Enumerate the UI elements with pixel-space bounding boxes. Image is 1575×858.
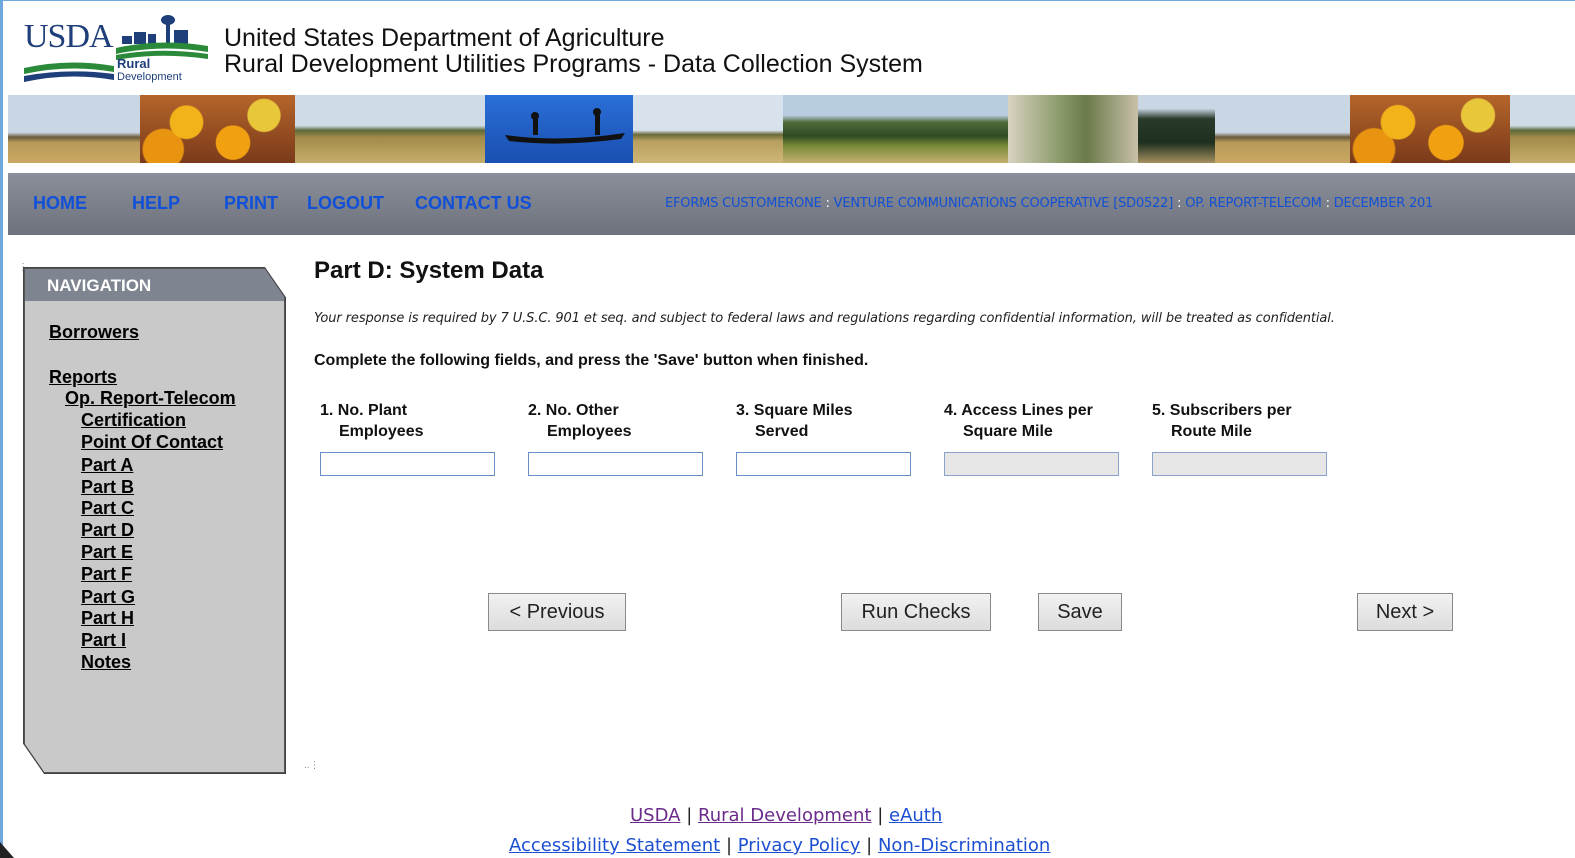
banner-plains-image [633,95,783,163]
nav-part-c-link[interactable]: Part C [81,498,134,519]
footer-separator: | [686,805,693,826]
nav-reports-link[interactable]: Reports [49,367,117,388]
field-label-line: 1. No. Plant [320,402,408,419]
footer-privacy-link[interactable]: Privacy Policy [738,835,861,856]
confidentiality-notice: Your response is required by 7 U.S.C. 90… [314,311,1335,326]
plant-employees-input[interactable] [320,452,495,476]
site-header: USDA Rural Development United States Dep… [8,6,1575,90]
nav-print-link[interactable]: PRINT [224,193,278,214]
access-lines-per-square-mile-input [944,452,1119,476]
nav-part-i-link[interactable]: Part I [81,630,126,651]
field-label-line: Square Mile [963,423,1053,440]
field-label-line: 2. No. Other [528,402,619,419]
save-button[interactable]: Save [1038,593,1122,631]
logo-rural: Rural [117,56,151,71]
footer-eauth-link[interactable]: eAuth [889,805,942,826]
square-miles-input[interactable] [736,452,911,476]
field-label-line: Employees [547,423,632,440]
field-label-line: 3. Square Miles [736,402,853,419]
crumb-separator: : [825,196,830,211]
field-label-plant-employees: 1. No. Plant Employees [320,400,510,442]
footer-links-secondary: Accessibility Statement | Privacy Policy… [509,835,1050,856]
nav-logout-link[interactable]: LOGOUT [307,193,384,214]
field-label-subscribers: 5. Subscribers per Route Mile [1152,400,1342,442]
field-label-square-miles: 3. Square Miles Served [736,400,926,442]
other-employees-input[interactable] [528,452,703,476]
header-title-department: United States Department of Agriculture [224,24,665,52]
photo-banner [8,95,1575,163]
banner-farmers-image [1008,95,1138,163]
nav-part-b-link[interactable]: Part B [81,477,134,498]
banner-grassland-image-2 [1510,95,1575,163]
nav-part-f-link[interactable]: Part F [81,564,132,585]
nav-help-link[interactable]: HELP [132,193,180,214]
form-instructions: Complete the following fields, and press… [314,352,869,369]
nav-contact-us-link[interactable]: CONTACT US [415,193,532,214]
footer-separator: | [877,805,884,826]
footer-usda-link[interactable]: USDA [630,805,680,826]
crumb-separator: : [1177,196,1182,211]
next-button[interactable]: Next > [1357,593,1453,631]
footer-links-primary: USDA | Rural Development | eAuth [630,805,942,826]
crumb-period: DECEMBER 201 [1333,196,1434,211]
usda-logo[interactable]: USDA Rural Development [24,14,214,86]
logo-text: USDA [24,18,114,55]
banner-prairie-image [8,95,140,163]
crumb-user: EFORMS CUSTOMERONE [665,196,822,211]
navigation-panel: NAVIGATION [24,268,285,773]
nav-part-e-link[interactable]: Part E [81,542,133,563]
top-nav-bar: HOME HELP PRINT LOGOUT CONTACT US EFORMS… [8,170,1575,235]
run-checks-button[interactable]: Run Checks [841,593,991,631]
header-title-system: Rural Development Utilities Programs - D… [224,50,923,78]
field-label-line: 5. Subscribers per [1152,402,1292,419]
field-label-access-lines: 4. Access Lines per Square Mile [944,400,1134,442]
navigation-heading-bar: NAVIGATION [25,269,284,301]
footer-rural-development-link[interactable]: Rural Development [698,805,871,826]
resize-handle-icon: ..⋮ [304,760,320,771]
field-label-line: Route Mile [1171,423,1252,440]
usda-underline-icon [24,62,114,82]
banner-mountain-image [783,95,1008,163]
page-title: Part D: System Data [314,257,544,284]
corner-resize-icon[interactable] [0,842,16,858]
nav-borrowers-link[interactable]: Borrowers [49,322,139,343]
context-breadcrumb: EFORMS CUSTOMERONE : VENTURE COMMUNICATI… [665,196,1433,211]
nav-certification-link[interactable]: Certification [81,410,186,431]
footer-non-discrimination-link[interactable]: Non-Discrimination [878,835,1050,856]
nav-part-d-link[interactable]: Part D [81,520,134,541]
crumb-organization: VENTURE COMMUNICATIONS COOPERATIVE [SD05… [833,196,1174,211]
field-label-line: Served [755,423,809,440]
footer-separator: | [866,835,873,856]
field-label-line: 4. Access Lines per [944,402,1093,419]
crumb-separator: : [1325,196,1330,211]
banner-grassland-image [295,95,485,163]
field-label-line: Employees [339,423,424,440]
canoe-icon [505,108,625,144]
footer-accessibility-link[interactable]: Accessibility Statement [509,835,720,856]
nav-part-h-link[interactable]: Part H [81,608,134,629]
nav-home-link[interactable]: HOME [33,193,87,214]
logo-development: Development [117,71,182,83]
banner-forest-image [1138,95,1215,163]
navigation-heading: NAVIGATION [47,276,152,295]
nav-notes-link[interactable]: Notes [81,652,131,673]
banner-fruit-image [140,95,295,163]
nav-part-g-link[interactable]: Part G [81,587,135,608]
subscribers-per-route-mile-input [1152,452,1327,476]
footer-separator: | [725,835,733,856]
nav-part-a-link[interactable]: Part A [81,455,133,476]
crumb-report: OP. REPORT-TELECOM [1185,196,1322,211]
banner-prairie-image-2 [1215,95,1350,163]
banner-canoe-image [485,95,633,163]
nav-op-report-telecom-link[interactable]: Op. Report-Telecom [65,388,236,409]
rural-development-mark-icon [116,15,208,60]
field-label-other-employees: 2. No. Other Employees [528,400,718,442]
previous-button[interactable]: < Previous [488,593,626,631]
nav-point-of-contact-link[interactable]: Point Of Contact [81,432,223,453]
banner-fruit-image-2 [1350,95,1510,163]
